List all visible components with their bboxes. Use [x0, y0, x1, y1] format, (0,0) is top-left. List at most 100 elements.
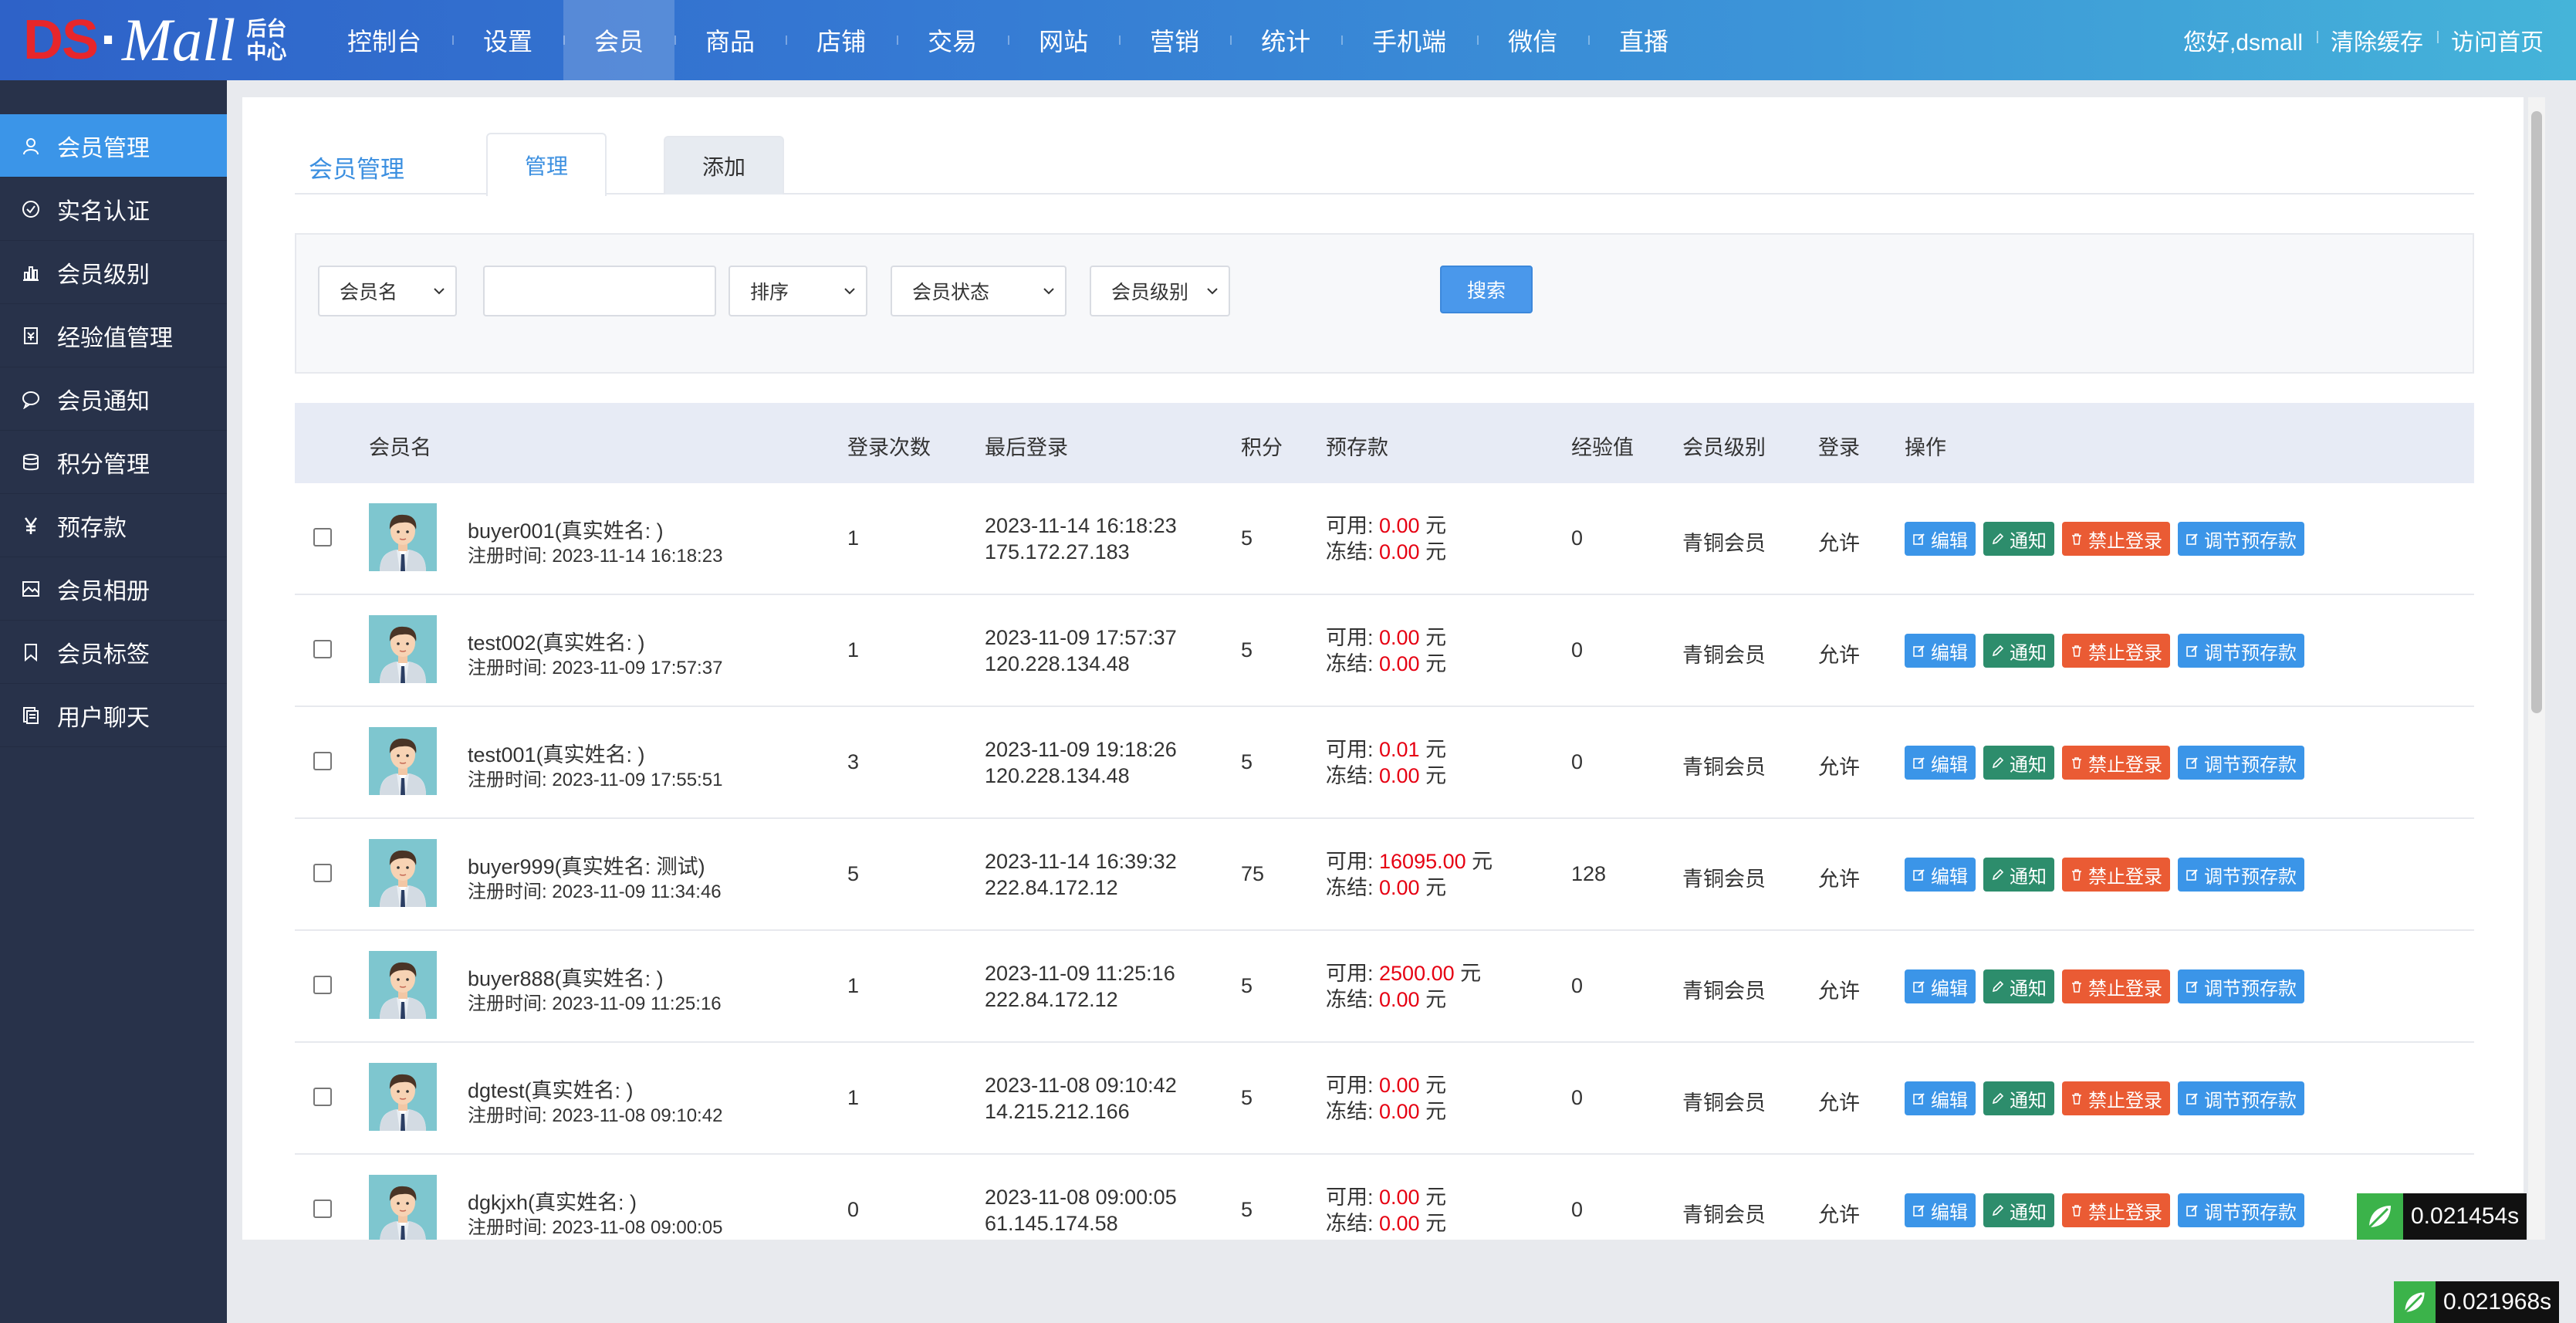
th-points: 积分 [1241, 436, 1283, 459]
adjust-button[interactable]: 调节预存款 [2178, 1081, 2304, 1115]
row-checkbox[interactable] [313, 864, 332, 882]
edit-icon [1912, 1091, 1931, 1105]
logo[interactable]: DS · Mall 后台中心 [23, 6, 289, 74]
deposit-frozen: 冻结: 0.00 元 [1326, 763, 1446, 789]
sidebar-item-1[interactable]: 实名认证 [0, 178, 227, 241]
frozen-label: 冻结: [1326, 988, 1380, 1011]
keyword-input[interactable] [483, 266, 716, 316]
row-checkbox[interactable] [313, 1199, 332, 1218]
sidebar-item-9[interactable]: 用户聊天 [0, 684, 227, 747]
login-status: 允许 [1818, 756, 1860, 779]
th-login-count: 登录次数 [847, 436, 931, 459]
tab-manage[interactable]: 管理 [486, 133, 607, 196]
edit-button[interactable]: 编辑 [1905, 858, 1976, 892]
ban-button[interactable]: 禁止登录 [2062, 522, 2170, 556]
ban-button[interactable]: 禁止登录 [2062, 634, 2170, 668]
notify-button[interactable]: 通知 [1983, 969, 2054, 1003]
nav-item-0[interactable]: 控制台 [316, 0, 452, 80]
currency-unit: 元 [1419, 876, 1447, 899]
nav-item-9[interactable]: 手机端 [1341, 0, 1477, 80]
edit-icon [1912, 644, 1931, 658]
ban-button[interactable]: 禁止登录 [2062, 858, 2170, 892]
frozen-amount: 0.00 [1379, 988, 1420, 1011]
edit-button[interactable]: 编辑 [1905, 969, 1976, 1003]
sidebar-item-7[interactable]: 会员相册 [0, 557, 227, 621]
level-select-value: 会员级别 [1111, 282, 1189, 303]
adjust-button[interactable]: 调节预存款 [2178, 858, 2304, 892]
vertical-scrollbar[interactable] [2528, 97, 2545, 1240]
sidebar-item-5[interactable]: 积分管理 [0, 431, 227, 494]
row-checkbox[interactable] [313, 752, 332, 770]
nav-item-8[interactable]: 统计 [1230, 0, 1341, 80]
nav-item-4[interactable]: 店铺 [786, 0, 897, 80]
frozen-label: 冻结: [1326, 876, 1380, 899]
sidebar-item-0[interactable]: 会员管理 [0, 114, 227, 178]
adjust-button[interactable]: 调节预存款 [2178, 1193, 2304, 1227]
notify-button[interactable]: 通知 [1983, 746, 2054, 780]
ban-button-label: 禁止登录 [2088, 754, 2162, 776]
level-select[interactable]: 会员级别 [1090, 266, 1230, 316]
edit-button[interactable]: 编辑 [1905, 1081, 1976, 1115]
frozen-amount: 0.00 [1379, 764, 1420, 787]
greeting-link[interactable]: 您好,dsmall [2169, 23, 2317, 57]
adjust-button[interactable]: 调节预存款 [2178, 634, 2304, 668]
nav-item-3[interactable]: 商品 [674, 0, 786, 80]
last-login-time: 2023-11-09 17:57:37 [985, 626, 1177, 649]
scrollbar-thumb[interactable] [2531, 111, 2542, 713]
clear-cache-link[interactable]: 清除缓存 [2317, 23, 2437, 57]
sidebar-item-8[interactable]: 会员标签 [0, 621, 227, 684]
sort-select[interactable]: 排序 [729, 266, 867, 316]
nav-item-6[interactable]: 网站 [1008, 0, 1119, 80]
nav-item-7[interactable]: 营销 [1119, 0, 1230, 80]
notify-button[interactable]: 通知 [1983, 1081, 2054, 1115]
currency-unit: 元 [1419, 764, 1447, 787]
member-level: 青铜会员 [1682, 868, 1766, 891]
row-checkbox[interactable] [313, 528, 332, 546]
sidebar-item-3[interactable]: 经验值管理 [0, 304, 227, 367]
edit-button[interactable]: 编辑 [1905, 522, 1976, 556]
nav-item-10[interactable]: 微信 [1477, 0, 1588, 80]
row-checkbox[interactable] [313, 640, 332, 658]
leaf-icon [2394, 1281, 2436, 1323]
edit-button[interactable]: 编辑 [1905, 634, 1976, 668]
exp-value: 0 [1571, 974, 1584, 997]
row-checkbox[interactable] [313, 976, 332, 994]
exp-value: 0 [1571, 1198, 1584, 1221]
last-login-ip: 120.228.134.48 [985, 652, 1130, 675]
notify-button[interactable]: 通知 [1983, 522, 2054, 556]
nav-item-2[interactable]: 会员 [563, 0, 675, 80]
adjust-button[interactable]: 调节预存款 [2178, 746, 2304, 780]
visit-home-link[interactable]: 访问首页 [2437, 23, 2557, 57]
edit-icon [2186, 532, 2204, 546]
adjust-button[interactable]: 调节预存款 [2178, 969, 2304, 1003]
main-nav: 控制台 设置 会员 商品 店铺 交易 网站 营销 统计 手机端 微信 直播 [316, 0, 1699, 80]
status-select[interactable]: 会员状态 [891, 266, 1067, 316]
edit-button[interactable]: 编辑 [1905, 1193, 1976, 1227]
notify-button[interactable]: 通知 [1983, 634, 2054, 668]
field-select[interactable]: 会员名 [318, 266, 457, 316]
edit-button-label: 编辑 [1931, 754, 1968, 776]
row-checkbox[interactable] [313, 1088, 332, 1106]
register-time-label: 注册时间: [468, 881, 553, 902]
ban-button[interactable]: 禁止登录 [2062, 746, 2170, 780]
nav-item-11[interactable]: 直播 [1588, 0, 1699, 80]
nav-item-1[interactable]: 设置 [452, 0, 563, 80]
ban-button[interactable]: 禁止登录 [2062, 1081, 2170, 1115]
frozen-label: 冻结: [1326, 1100, 1380, 1123]
adjust-button[interactable]: 调节预存款 [2178, 522, 2304, 556]
search-button[interactable]: 搜索 [1440, 266, 1533, 313]
frozen-amount: 0.00 [1379, 876, 1420, 899]
sidebar-item-6[interactable]: 预存款 [0, 494, 227, 557]
nav-item-5[interactable]: 交易 [897, 0, 1008, 80]
ban-button[interactable]: 禁止登录 [2062, 969, 2170, 1003]
tab-add[interactable]: 添加 [664, 136, 784, 195]
notify-button[interactable]: 通知 [1983, 858, 2054, 892]
sidebar-item-2[interactable]: 会员级别 [0, 241, 227, 304]
login-count: 1 [847, 974, 860, 997]
row-actions: 编辑 通知 禁止登录 调节预存款 [1905, 1193, 2312, 1227]
sidebar-item-4[interactable]: 会员通知 [0, 367, 227, 431]
notify-button[interactable]: 通知 [1983, 1193, 2054, 1227]
edit-button[interactable]: 编辑 [1905, 746, 1976, 780]
currency-unit: 元 [1465, 850, 1493, 873]
ban-button[interactable]: 禁止登录 [2062, 1193, 2170, 1227]
